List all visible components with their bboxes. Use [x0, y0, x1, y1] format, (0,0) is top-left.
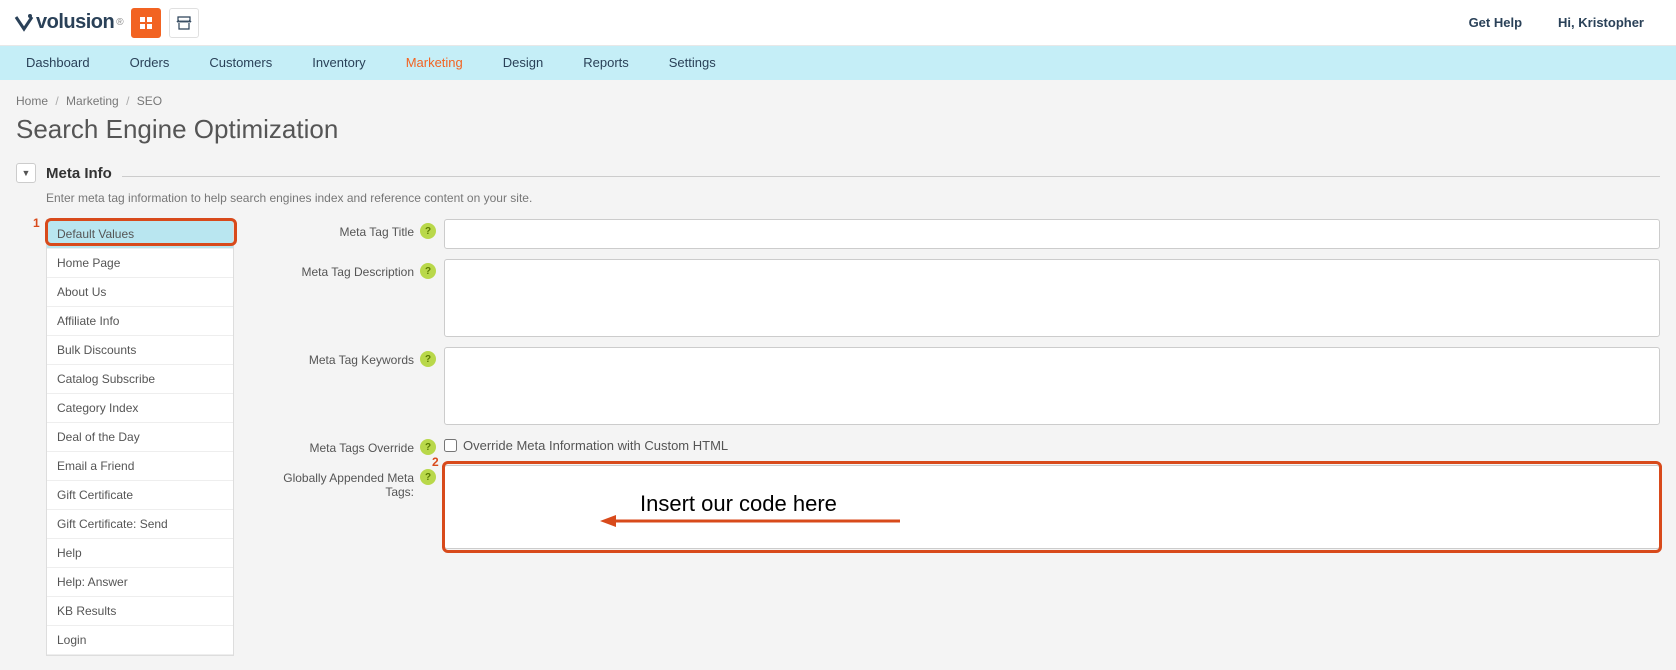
user-greeting[interactable]: Hi, Kristopher: [1540, 15, 1662, 30]
storefront-icon: [176, 15, 192, 31]
label-global-appended: Globally Appended Meta Tags:: [264, 465, 414, 499]
row-meta-keywords: Meta Tag Keywords ?: [264, 347, 1660, 425]
collapse-toggle[interactable]: ▼: [16, 163, 36, 183]
breadcrumb-home[interactable]: Home: [16, 94, 48, 108]
page-title: Search Engine Optimization: [16, 114, 1660, 145]
label-meta-title: Meta Tag Title: [264, 219, 414, 239]
sidebar-item[interactable]: Deal of the Day: [47, 423, 233, 452]
row-global-appended: Globally Appended Meta Tags: ? 2 Insert …: [264, 465, 1660, 549]
help-icon[interactable]: ?: [420, 469, 436, 485]
brand-logo-icon: [14, 13, 34, 33]
meta-form: Meta Tag Title ? Meta Tag Description ? …: [264, 219, 1660, 559]
body-row: 1 Default ValuesHome PageAbout UsAffilia…: [46, 219, 1660, 656]
nav-item-inventory[interactable]: Inventory: [292, 46, 385, 80]
sidebar-item[interactable]: Email a Friend: [47, 452, 233, 481]
breadcrumb-sep: /: [126, 94, 129, 108]
get-help-link[interactable]: Get Help: [1451, 15, 1540, 30]
sidebar-item[interactable]: Catalog Subscribe: [47, 365, 233, 394]
sidebar-item[interactable]: About Us: [47, 278, 233, 307]
nav-item-settings[interactable]: Settings: [649, 46, 736, 80]
section-description: Enter meta tag information to help searc…: [46, 191, 1660, 205]
sidebar-item[interactable]: Login: [47, 626, 233, 655]
annotation-callout-2: 2: [432, 455, 439, 469]
nav-item-orders[interactable]: Orders: [110, 46, 190, 80]
help-icon[interactable]: ?: [420, 439, 436, 455]
row-meta-desc: Meta Tag Description ?: [264, 259, 1660, 337]
sidebar-item[interactable]: Category Index: [47, 394, 233, 423]
annotation-highlight-2: [442, 461, 1662, 553]
brand-tm: ®: [116, 17, 123, 28]
sidebar-item[interactable]: Default Values: [47, 220, 233, 249]
brand-logo: volusion®: [14, 11, 123, 34]
sidebar-item[interactable]: Gift Certificate: Send: [47, 510, 233, 539]
main-nav: DashboardOrdersCustomersInventoryMarketi…: [0, 46, 1676, 80]
sidebar-item[interactable]: Home Page: [47, 249, 233, 278]
grid-icon: [139, 16, 153, 30]
storefront-shortcut-icon[interactable]: [169, 8, 199, 38]
checkbox-label-meta-override: Override Meta Information with Custom HT…: [463, 438, 728, 453]
label-meta-keywords: Meta Tag Keywords: [264, 347, 414, 367]
row-meta-override: Meta Tags Override ? Override Meta Infor…: [264, 435, 1660, 455]
sidebar-item[interactable]: Gift Certificate: [47, 481, 233, 510]
checkbox-meta-override[interactable]: [444, 439, 457, 452]
sidebar-item[interactable]: KB Results: [47, 597, 233, 626]
topbar: volusion® Get Help Hi, Kristopher: [0, 0, 1676, 46]
annotation-arrow-icon: [600, 511, 910, 531]
textarea-meta-keywords[interactable]: [444, 347, 1660, 425]
annotation-callout-1: 1: [33, 216, 40, 230]
content-area: Home / Marketing / SEO Search Engine Opt…: [0, 80, 1676, 670]
section-divider: [122, 176, 1660, 177]
help-icon[interactable]: ?: [420, 351, 436, 367]
label-meta-desc: Meta Tag Description: [264, 259, 414, 279]
breadcrumb: Home / Marketing / SEO: [16, 94, 1660, 108]
checkbox-container: Override Meta Information with Custom HT…: [444, 435, 728, 453]
breadcrumb-seo[interactable]: SEO: [137, 94, 162, 108]
help-icon[interactable]: ?: [420, 223, 436, 239]
brand-name: volusion: [36, 11, 114, 34]
sidebar-item[interactable]: Help: Answer: [47, 568, 233, 597]
textarea-meta-desc[interactable]: [444, 259, 1660, 337]
breadcrumb-sep: /: [55, 94, 58, 108]
row-meta-title: Meta Tag Title ?: [264, 219, 1660, 249]
dashboard-shortcut-icon[interactable]: [131, 8, 161, 38]
nav-item-customers[interactable]: Customers: [189, 46, 292, 80]
label-meta-override: Meta Tags Override: [264, 435, 414, 455]
input-meta-title[interactable]: [444, 219, 1660, 249]
sidebar-item[interactable]: Help: [47, 539, 233, 568]
nav-item-reports[interactable]: Reports: [563, 46, 649, 80]
help-icon[interactable]: ?: [420, 263, 436, 279]
sidebar-item[interactable]: Bulk Discounts: [47, 336, 233, 365]
nav-item-dashboard[interactable]: Dashboard: [6, 46, 110, 80]
nav-item-design[interactable]: Design: [483, 46, 563, 80]
section-title: Meta Info: [46, 165, 112, 182]
section-header: ▼ Meta Info: [16, 163, 1660, 183]
breadcrumb-marketing[interactable]: Marketing: [66, 94, 119, 108]
sidebar-item[interactable]: Affiliate Info: [47, 307, 233, 336]
nav-item-marketing[interactable]: Marketing: [386, 46, 483, 80]
meta-pages-sidebar: 1 Default ValuesHome PageAbout UsAffilia…: [46, 219, 234, 656]
